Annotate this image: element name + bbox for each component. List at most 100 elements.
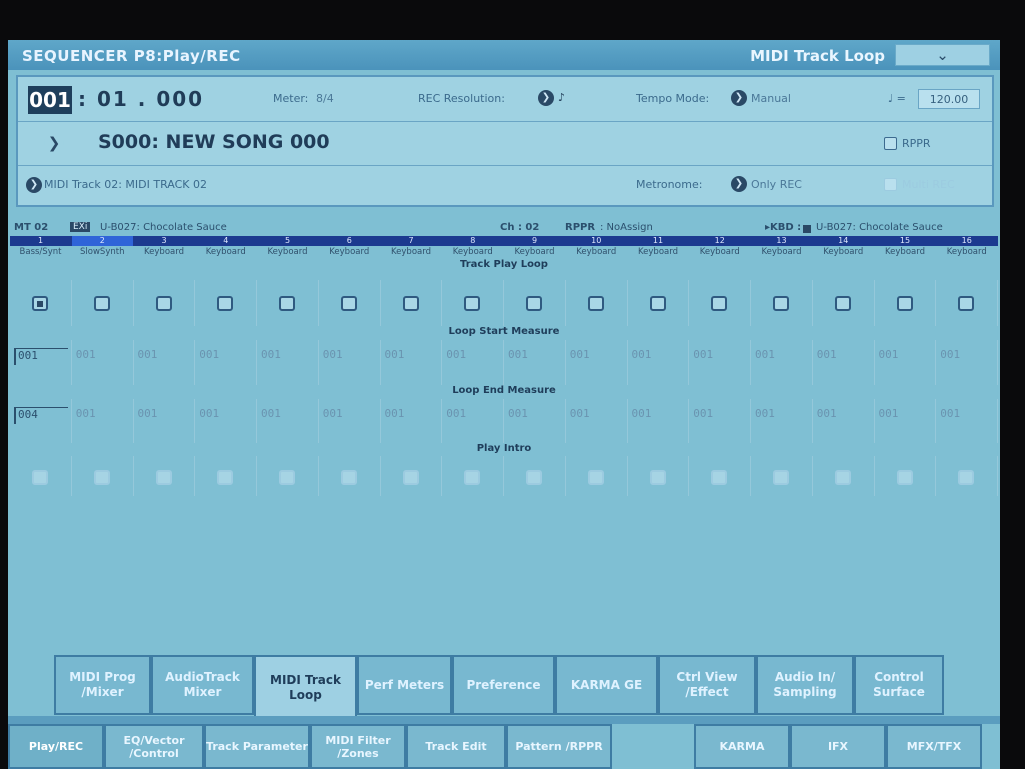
loop-end-field[interactable]: 004 bbox=[14, 407, 68, 424]
play-intro-checkbox[interactable] bbox=[711, 470, 728, 485]
page-tab[interactable]: MIDI Track Loop bbox=[254, 655, 357, 718]
loop-start-field[interactable]: 001 bbox=[261, 348, 311, 364]
play-intro-checkbox[interactable] bbox=[958, 470, 975, 485]
page-tab[interactable]: AudioTrack Mixer bbox=[151, 655, 254, 715]
rec-resolution-value[interactable]: ♪ bbox=[558, 91, 565, 104]
mode-tab[interactable]: KARMA bbox=[694, 724, 790, 769]
tempo-mode-value[interactable]: Manual bbox=[751, 92, 791, 105]
loop-end-field[interactable]: 001 bbox=[323, 407, 373, 423]
beat-tick-field[interactable]: : 01 . 000 bbox=[78, 87, 204, 111]
mode-tab[interactable]: MIDI Filter /Zones bbox=[310, 724, 406, 769]
mode-tab[interactable]: Track Parameter bbox=[204, 724, 310, 769]
loop-start-field[interactable]: 001 bbox=[138, 348, 188, 364]
loop-end-field[interactable]: 001 bbox=[879, 407, 929, 423]
loop-end-field[interactable]: 001 bbox=[385, 407, 435, 423]
page-tab[interactable]: Control Surface bbox=[854, 655, 944, 715]
page-tab[interactable]: KARMA GE bbox=[555, 655, 658, 715]
rppr-checkbox[interactable] bbox=[884, 137, 897, 150]
loop-end-field[interactable]: 001 bbox=[755, 407, 805, 423]
mode-tab[interactable]: Play/REC bbox=[8, 724, 104, 769]
track-loop-checkbox[interactable] bbox=[279, 296, 295, 311]
loop-end-field[interactable]: 001 bbox=[199, 407, 249, 423]
page-menu-button[interactable]: ⌄ bbox=[895, 44, 990, 66]
song-popup-icon[interactable]: ❯ bbox=[44, 133, 64, 153]
page-tab[interactable]: Preference bbox=[452, 655, 555, 715]
loop-start-field[interactable]: 001 bbox=[632, 348, 682, 364]
loop-end-field[interactable]: 001 bbox=[261, 407, 311, 423]
track-loop-checkbox[interactable] bbox=[217, 296, 234, 311]
track-loop-checkbox[interactable] bbox=[32, 296, 48, 311]
page-tab[interactable]: Perf Meters bbox=[357, 655, 452, 715]
loop-start-field[interactable]: 001 bbox=[323, 348, 373, 364]
track-loop-checkbox[interactable] bbox=[649, 296, 666, 311]
metronome-value[interactable]: Only REC bbox=[751, 178, 802, 191]
track-loop-checkbox[interactable] bbox=[155, 296, 172, 311]
loop-start-field[interactable]: 001 bbox=[755, 348, 805, 364]
page-tab[interactable]: Audio In/ Sampling bbox=[756, 655, 854, 715]
loop-start-field[interactable]: 001 bbox=[570, 348, 620, 364]
mode-tab[interactable]: EQ/Vector /Control bbox=[104, 724, 204, 769]
metronome-popup-icon[interactable]: ❯ bbox=[731, 176, 747, 192]
loop-start-field[interactable]: 001 bbox=[693, 348, 743, 364]
play-intro-checkbox[interactable] bbox=[773, 470, 789, 485]
mode-tab[interactable]: Track Edit bbox=[406, 724, 506, 769]
loop-start-field[interactable]: 001 bbox=[446, 348, 496, 364]
loop-end-field[interactable]: 001 bbox=[940, 407, 990, 423]
tempo-field[interactable]: 120.00 bbox=[918, 89, 980, 109]
track-loop-checkbox[interactable] bbox=[773, 296, 789, 311]
mode-tab[interactable]: IFX bbox=[790, 724, 886, 769]
loop-end-field[interactable]: 001 bbox=[632, 407, 682, 423]
loop-start-field[interactable]: 001 bbox=[14, 348, 68, 365]
track-loop-checkbox[interactable] bbox=[464, 296, 481, 311]
mode-tab[interactable]: Pattern /RPPR bbox=[506, 724, 612, 769]
play-intro-checkbox[interactable] bbox=[587, 470, 604, 485]
play-intro-checkbox[interactable] bbox=[464, 470, 481, 485]
track-loop-checkbox[interactable] bbox=[834, 296, 851, 311]
measure-field[interactable]: 001 bbox=[28, 86, 72, 114]
multi-rec-checkbox[interactable] bbox=[884, 178, 897, 191]
play-intro-checkbox[interactable] bbox=[279, 470, 295, 485]
loop-end-field[interactable]: 001 bbox=[138, 407, 188, 423]
page-tab[interactable]: MIDI Prog /Mixer bbox=[54, 655, 151, 715]
loop-start-field[interactable]: 001 bbox=[879, 348, 929, 364]
mode-tab[interactable]: MFX/TFX bbox=[886, 724, 982, 769]
rec-resolution-popup-icon[interactable]: ❯ bbox=[538, 90, 554, 106]
track-loop-checkbox[interactable] bbox=[587, 296, 604, 311]
beat-value[interactable]: : 01 bbox=[78, 87, 129, 111]
loop-end-field[interactable]: 001 bbox=[508, 407, 558, 423]
track-loop-checkbox[interactable] bbox=[340, 296, 357, 311]
tick-value[interactable]: . 000 bbox=[138, 87, 204, 111]
track-loop-checkbox[interactable] bbox=[402, 296, 419, 311]
loop-end-field[interactable]: 001 bbox=[570, 407, 620, 423]
play-intro-checkbox[interactable] bbox=[526, 470, 542, 485]
track-loop-checkbox[interactable] bbox=[711, 296, 728, 311]
track-loop-checkbox[interactable] bbox=[526, 296, 542, 311]
loop-start-field[interactable]: 001 bbox=[76, 348, 126, 364]
song-name[interactable]: S000: NEW SONG 000 bbox=[98, 131, 330, 153]
page-tab[interactable]: Ctrl View /Effect bbox=[658, 655, 756, 715]
loop-end-field[interactable]: 001 bbox=[693, 407, 743, 423]
play-intro-checkbox[interactable] bbox=[155, 470, 172, 485]
play-intro-checkbox[interactable] bbox=[93, 470, 110, 485]
play-intro-checkbox[interactable] bbox=[32, 470, 48, 485]
track-loop-checkbox[interactable] bbox=[896, 296, 913, 311]
loop-start-field[interactable]: 001 bbox=[817, 348, 867, 364]
play-intro-checkbox[interactable] bbox=[217, 470, 234, 485]
loop-end-field[interactable]: 001 bbox=[76, 407, 126, 423]
loop-end-field[interactable]: 001 bbox=[817, 407, 867, 423]
track-loop-checkbox[interactable] bbox=[958, 296, 975, 311]
play-intro-checkbox[interactable] bbox=[402, 470, 419, 485]
loop-start-field[interactable]: 001 bbox=[199, 348, 249, 364]
play-intro-checkbox[interactable] bbox=[896, 470, 913, 485]
track-select-value[interactable]: MIDI Track 02: MIDI TRACK 02 bbox=[44, 178, 207, 191]
play-intro-checkbox[interactable] bbox=[834, 470, 851, 485]
loop-end-field[interactable]: 001 bbox=[446, 407, 496, 423]
track-loop-checkbox[interactable] bbox=[93, 296, 110, 311]
play-intro-checkbox[interactable] bbox=[340, 470, 357, 485]
track-select-popup-icon[interactable]: ❯ bbox=[26, 177, 42, 193]
loop-start-field[interactable]: 001 bbox=[508, 348, 558, 364]
play-intro-checkbox[interactable] bbox=[649, 470, 666, 485]
loop-start-field[interactable]: 001 bbox=[940, 348, 990, 364]
meter-value[interactable]: 8/4 bbox=[316, 92, 334, 105]
loop-start-field[interactable]: 001 bbox=[385, 348, 435, 364]
